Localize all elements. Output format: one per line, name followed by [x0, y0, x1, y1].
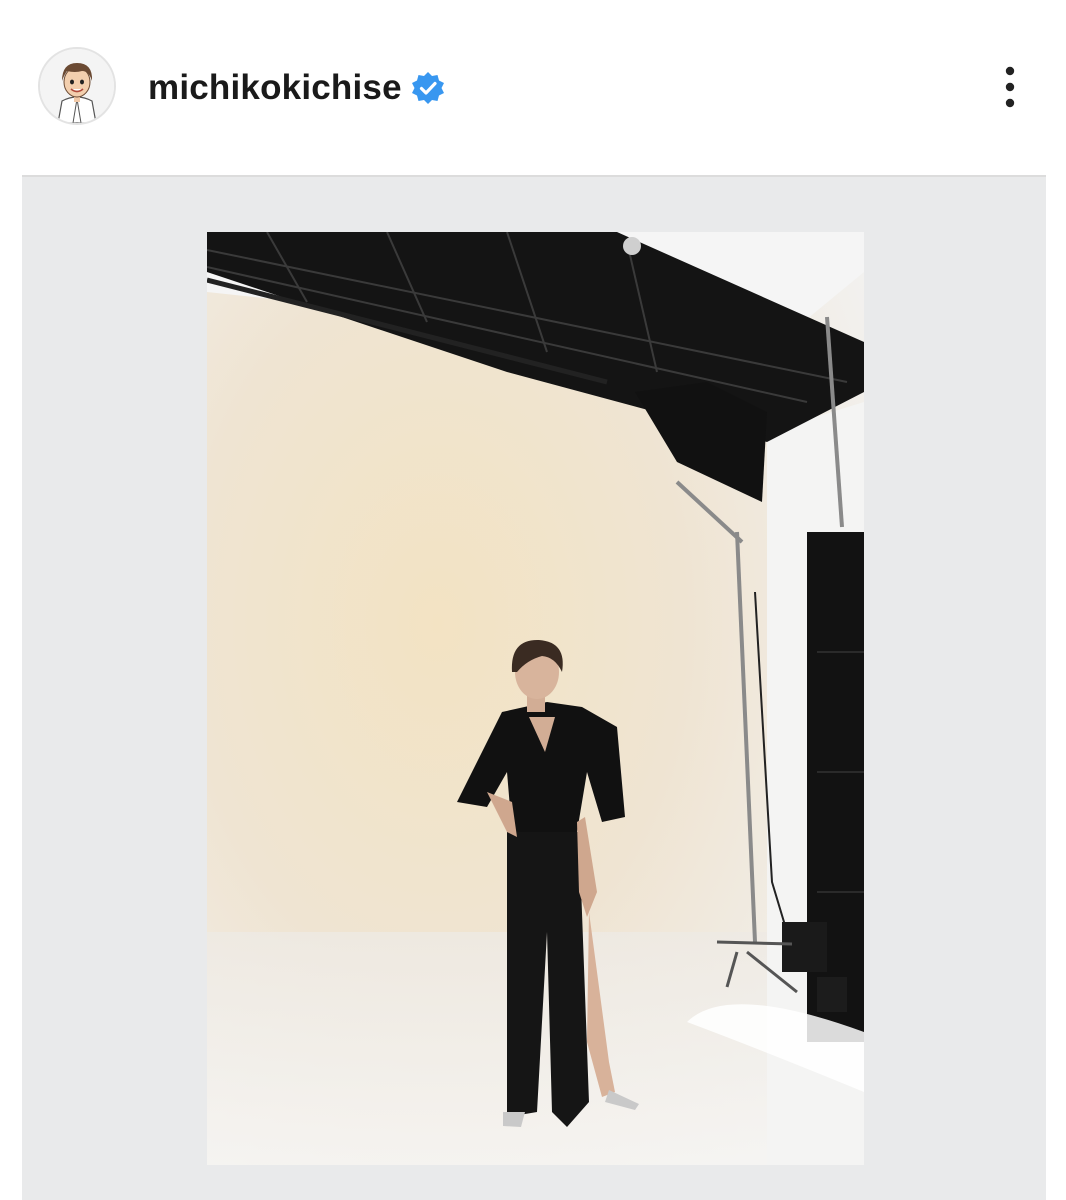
studio-photo[interactable]	[206, 231, 864, 1165]
profile-avatar[interactable]	[38, 47, 116, 125]
vertical-ellipsis-icon	[1005, 66, 1015, 108]
cartoon-avatar-icon	[40, 49, 114, 123]
studio-photo-image	[206, 231, 864, 1165]
post-media-container	[22, 175, 1046, 1200]
more-options-button[interactable]	[990, 62, 1030, 114]
post-header: michikokichise	[0, 0, 1066, 175]
verified-badge-icon	[410, 70, 446, 106]
username[interactable]: michikokichise	[148, 66, 402, 110]
